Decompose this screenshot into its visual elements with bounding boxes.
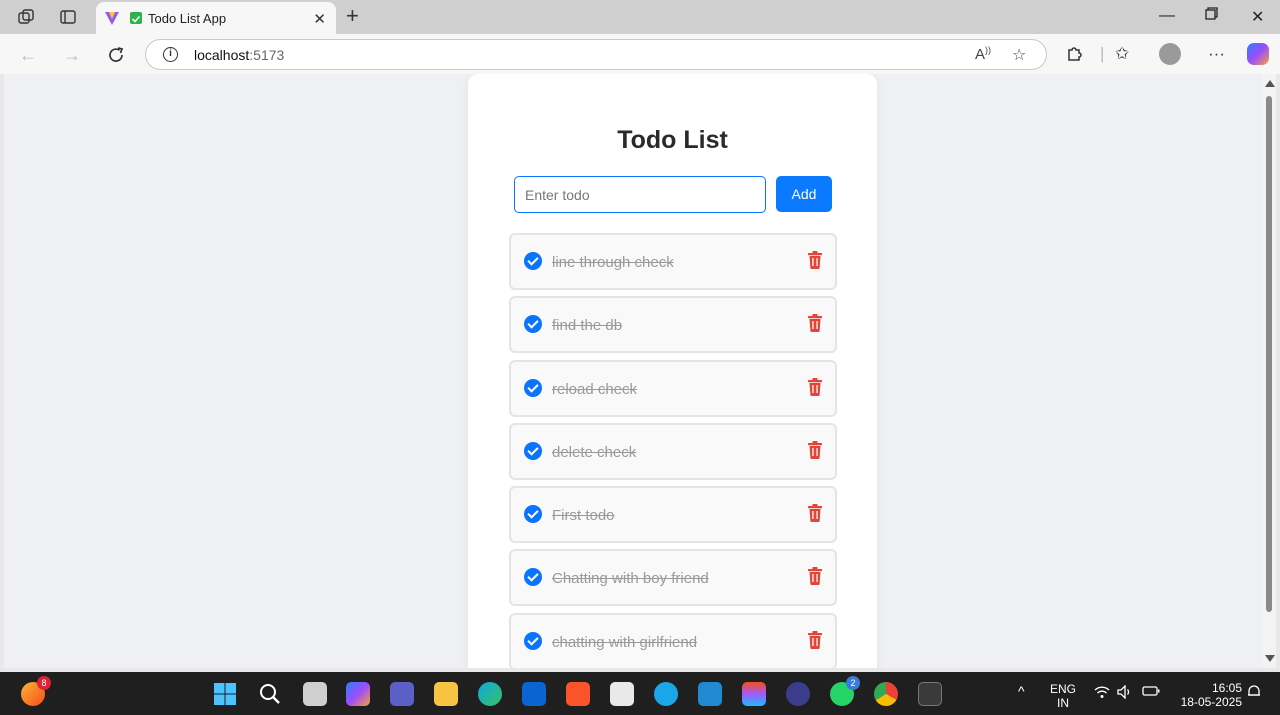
- read-aloud-icon[interactable]: A)): [975, 45, 991, 63]
- todo-item: Chatting with boy friend: [509, 549, 837, 607]
- todo-checkbox[interactable]: [524, 315, 542, 334]
- refresh-icon[interactable]: [104, 43, 128, 67]
- page-title: Todo List: [617, 126, 728, 154]
- site-info-icon[interactable]: i: [163, 47, 178, 62]
- vscode-icon[interactable]: [698, 682, 722, 706]
- help-icon[interactable]: [654, 682, 678, 706]
- url-host: localhost: [194, 47, 250, 63]
- favorite-star-icon[interactable]: ☆: [1012, 45, 1026, 65]
- todo-text: line through check: [552, 254, 674, 271]
- taskbar: 8 2 ^ ENG IN 16:05 18-05-2025: [0, 672, 1280, 715]
- chrome-icon[interactable]: [874, 682, 898, 706]
- clock-date: 18-05-2025: [1180, 695, 1242, 709]
- language-code: ENG: [1050, 682, 1077, 696]
- todo-item: find the db: [509, 296, 837, 354]
- scroll-thumb[interactable]: [1266, 96, 1272, 612]
- edge-icon[interactable]: [478, 682, 502, 706]
- clock[interactable]: 16:05 18-05-2025: [1172, 681, 1242, 709]
- whatsapp-icon[interactable]: 2: [830, 676, 860, 706]
- wifi-icon[interactable]: [1094, 685, 1110, 702]
- url-port: :5173: [249, 47, 285, 63]
- todo-checkbox[interactable]: [524, 568, 542, 587]
- figma-icon[interactable]: [742, 682, 766, 706]
- language-indicator[interactable]: ENG IN: [1050, 682, 1076, 710]
- restore-icon[interactable]: [1205, 7, 1218, 25]
- todo-item: line through check: [509, 233, 837, 290]
- todo-text: chatting with girlfriend: [552, 633, 698, 651]
- terminal-icon[interactable]: [918, 682, 942, 706]
- todo-item: reload check: [509, 359, 837, 417]
- back-arrow-icon[interactable]: ←: [16, 43, 40, 67]
- scroll-down-icon[interactable]: [1265, 655, 1275, 662]
- notifications-icon[interactable]: [1247, 685, 1261, 702]
- tray-chevron-icon[interactable]: ^: [1018, 684, 1025, 698]
- trash-icon[interactable]: [807, 504, 823, 523]
- todo-checkbox[interactable]: [524, 631, 542, 650]
- weather-badge: 8: [37, 676, 51, 690]
- trash-icon[interactable]: [807, 377, 823, 396]
- notepad-icon[interactable]: [610, 682, 634, 706]
- file-explorer-icon[interactable]: [434, 682, 458, 706]
- clock-time: 16:05: [1211, 681, 1242, 695]
- task-view-icon[interactable]: [303, 682, 327, 706]
- battery-icon[interactable]: [1142, 685, 1160, 700]
- more-menu-icon[interactable]: ···: [1208, 44, 1225, 64]
- workspaces-icon[interactable]: [16, 7, 36, 27]
- copilot-icon[interactable]: [1247, 43, 1269, 65]
- todo-input[interactable]: [514, 176, 766, 213]
- minimize-icon[interactable]: —: [1159, 7, 1175, 25]
- forward-arrow-icon[interactable]: →: [60, 43, 84, 67]
- new-tab-button[interactable]: +: [346, 5, 359, 27]
- profile-avatar[interactable]: [1159, 43, 1181, 65]
- vite-logo-icon: [104, 11, 120, 31]
- todo-card: Todo List Add line through check find the…: [468, 74, 877, 668]
- todo-list: line through check find the db reload chec…: [509, 233, 837, 668]
- close-window-icon[interactable]: ✕: [1251, 7, 1264, 27]
- extensions-icon[interactable]: [1066, 44, 1084, 67]
- todo-text: reload check: [552, 380, 638, 398]
- todo-text: First todo: [552, 507, 615, 525]
- favorites-icon[interactable]: ✩: [1115, 44, 1129, 64]
- add-button[interactable]: Add: [776, 176, 832, 212]
- todo-item: chatting with girlfriend: [509, 612, 837, 668]
- whatsapp-badge: 2: [846, 676, 860, 690]
- todo-checkbox[interactable]: [524, 378, 542, 397]
- url-text: localhost:5173: [194, 47, 284, 63]
- weather-icon[interactable]: 8: [21, 676, 51, 706]
- page-viewport: Todo List Add line through check find the…: [4, 74, 1262, 668]
- todo-text: find the db: [552, 317, 623, 335]
- toolbar-divider: |: [1100, 44, 1105, 63]
- search-icon[interactable]: [258, 682, 282, 706]
- tab-bar: Todo List App ✕ + — ✕: [0, 0, 1280, 34]
- start-windows-icon[interactable]: [213, 682, 237, 706]
- todo-checkbox[interactable]: [524, 252, 542, 270]
- favicon-check-icon: [130, 12, 142, 24]
- tab-title: Todo List App: [148, 11, 227, 26]
- trash-icon[interactable]: [807, 567, 823, 586]
- scrollbar[interactable]: [1262, 74, 1276, 668]
- trash-icon[interactable]: [807, 251, 823, 269]
- outlook-icon[interactable]: [522, 682, 546, 706]
- trash-icon[interactable]: [807, 440, 823, 459]
- scroll-up-icon[interactable]: [1265, 80, 1275, 87]
- browser-tab[interactable]: Todo List App ✕: [96, 2, 336, 34]
- copilot-taskbar-icon[interactable]: [346, 682, 370, 706]
- trash-icon[interactable]: [807, 630, 823, 649]
- todo-text: Chatting with boy friend: [552, 570, 709, 588]
- todo-text: delete check: [552, 443, 637, 461]
- volume-icon[interactable]: [1117, 684, 1133, 702]
- todo-item: delete check: [509, 422, 837, 480]
- trash-icon[interactable]: [807, 314, 823, 333]
- todo-item: First todo: [509, 486, 837, 544]
- address-toolbar: ← → i localhost:5173 A)) ☆ | ✩ ···: [0, 34, 1280, 74]
- brave-icon[interactable]: [566, 682, 590, 706]
- eclipse-icon[interactable]: [786, 682, 810, 706]
- address-bar[interactable]: i localhost:5173 A)) ☆: [145, 39, 1047, 70]
- close-tab-icon[interactable]: ✕: [313, 10, 326, 28]
- region-code: IN: [1057, 696, 1069, 710]
- vertical-tabs-icon[interactable]: [58, 7, 78, 27]
- teams-icon[interactable]: [390, 682, 414, 706]
- todo-checkbox[interactable]: [524, 505, 542, 524]
- todo-checkbox[interactable]: [524, 441, 542, 460]
